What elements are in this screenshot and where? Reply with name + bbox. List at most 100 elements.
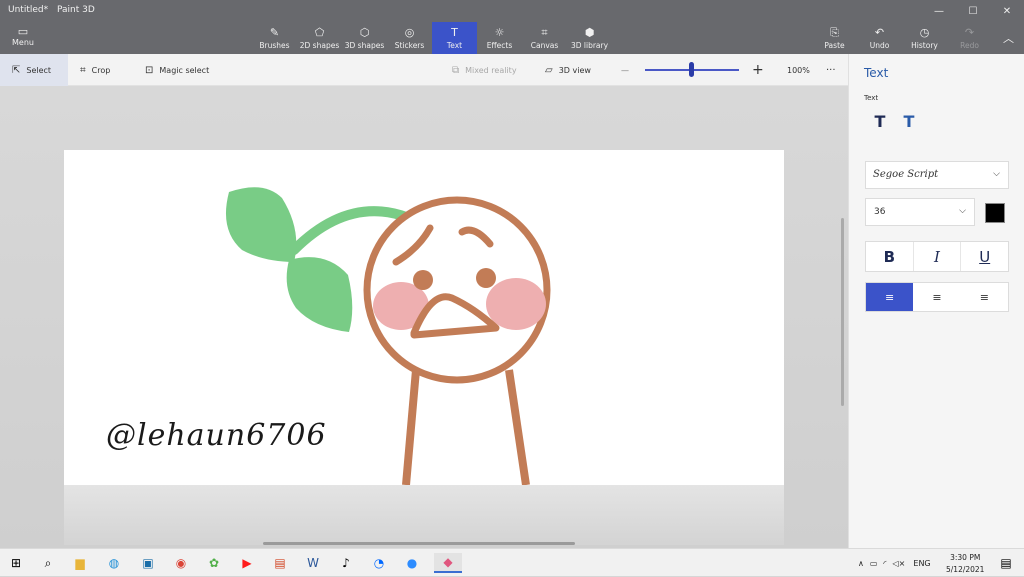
vertical-scrollbar[interactable] [841, 218, 844, 406]
drawing-canvas[interactable]: @lehaun6706 [64, 150, 784, 485]
ribbon-right-tools: ⎘ Paste ↶ Undo ◷ History ↷ Redo [812, 22, 992, 54]
tool-label: 2D shapes [299, 40, 340, 50]
tool-label: 3D shapes [344, 40, 385, 50]
text-icon: T [451, 25, 458, 39]
wifi-icon[interactable]: ◜ [883, 559, 886, 568]
redo-icon: ↷ [964, 25, 975, 39]
menu-icon: ▭ [17, 25, 29, 38]
tool-label: History [911, 40, 938, 50]
zoom-out-button[interactable]: — [621, 54, 629, 86]
text-side-panel: Text Text T T Segoe Script ⌵ 36 ⌵ B I U … [848, 54, 1024, 548]
zoom-in-button[interactable]: + [752, 54, 764, 86]
mixed-reality-button[interactable]: ⧉ Mixed reality [452, 54, 517, 86]
more-options-button[interactable]: ··· [826, 54, 836, 86]
edge-icon[interactable]: ◍ [104, 553, 124, 573]
3d-shapes-icon: ⬡ [359, 25, 370, 39]
menu-button[interactable]: ▭ Menu [8, 25, 38, 48]
magic-select-icon: ⊡ [145, 64, 154, 76]
crop-label: Crop [91, 65, 111, 75]
italic-button[interactable]: I [914, 242, 962, 271]
language-indicator[interactable]: ENG [913, 559, 930, 568]
tool-text[interactable]: T Text [432, 22, 477, 54]
tool-label: Effects [486, 40, 513, 50]
chrome-icon[interactable]: ◉ [171, 553, 191, 573]
paste-icon: ⎘ [830, 25, 839, 39]
panel-title: Text [864, 66, 889, 80]
font-size-value: 36 [874, 207, 886, 217]
magic-select-button[interactable]: ⊡ Magic select [145, 54, 209, 86]
word-icon[interactable]: W [303, 553, 323, 573]
tool-3d-shapes[interactable]: ⬡ 3D shapes [342, 22, 387, 54]
collapse-ribbon-icon[interactable]: ︿ [1003, 30, 1014, 46]
align-left-button[interactable]: ≡ [866, 283, 914, 311]
battery-icon[interactable]: ▭ [870, 559, 878, 568]
font-size-select[interactable]: 36 ⌵ [865, 198, 975, 226]
start-icon[interactable]: ⊞ [6, 553, 26, 573]
tool-canvas[interactable]: ⌗ Canvas [522, 22, 567, 54]
tiktok-icon[interactable]: ♪ [336, 553, 356, 573]
history-icon: ◷ [919, 25, 930, 39]
zoom-slider-thumb[interactable] [689, 62, 694, 77]
system-tray: ∧ ▭ ◜ ◁× ENG [858, 549, 931, 577]
select-label: Select [26, 65, 52, 75]
underline-button[interactable]: U [961, 242, 1008, 271]
align-center-button[interactable]: ≡ [913, 283, 960, 311]
crop-icon: ⌗ [80, 64, 86, 76]
notification-icon[interactable]: ▤ [996, 553, 1016, 573]
left-eye [413, 270, 433, 290]
text-color-swatch[interactable] [985, 203, 1005, 223]
tool-label: Brushes [259, 40, 290, 50]
clock[interactable]: 3:30 PM 5/12/2021 [946, 552, 984, 576]
app-title: Paint 3D [56, 5, 95, 15]
canvas-handle-text[interactable]: @lehaun6706 [106, 418, 327, 453]
tool-stickers[interactable]: ◎ Stickers [387, 22, 432, 54]
chevron-down-icon: ⌵ [993, 169, 1000, 179]
maximize-button[interactable]: ☐ [956, 0, 990, 22]
ribbon-tools: ✎ Brushes ⬠ 2D shapes ⬡ 3D shapes ◎ Stickers… [252, 22, 612, 54]
history-button[interactable]: ◷ History [902, 22, 947, 54]
effects-icon: ☼ [494, 25, 505, 39]
text-style-group: B I U [865, 241, 1009, 272]
search-icon[interactable]: ⌕ [38, 553, 58, 573]
tool-2d-shapes[interactable]: ⬠ 2D shapes [297, 22, 342, 54]
redo-button[interactable]: ↷ Redo [947, 22, 992, 54]
tool-brushes[interactable]: ✎ Brushes [252, 22, 297, 54]
dell-icon[interactable]: ▣ [138, 553, 158, 573]
undo-button[interactable]: ↶ Undo [857, 22, 902, 54]
horizontal-scrollbar[interactable] [263, 542, 575, 545]
chevron-up-icon[interactable]: ∧ [858, 559, 864, 568]
minimize-button[interactable]: — [922, 0, 956, 22]
tool-label: Paste [824, 40, 845, 50]
clock-date: 5/12/2021 [946, 565, 985, 574]
zoom-level[interactable]: 100% [787, 54, 810, 86]
paste-button[interactable]: ⎘ Paste [812, 22, 857, 54]
crop-button[interactable]: ⌗ Crop [80, 54, 110, 86]
tool-3d-library[interactable]: ⬢ 3D library [567, 22, 612, 54]
2d-shapes-icon: ⬠ [314, 25, 325, 39]
file-explorer-icon[interactable]: ▆ [70, 553, 90, 573]
align-right-button[interactable]: ≡ [961, 283, 1008, 311]
title-ribbon-bar: Untitled* Paint 3D — ☐ ✕ ▭ Menu ✎ Brushes… [0, 0, 1024, 54]
youtube-icon[interactable]: ▶ [237, 553, 257, 573]
volume-icon[interactable]: ◁× [893, 559, 906, 568]
3d-view-button[interactable]: ▱ 3D view [545, 54, 591, 86]
tool-label: Canvas [530, 40, 559, 50]
font-family-select[interactable]: Segoe Script ⌵ [865, 161, 1009, 189]
powerpoint-icon[interactable]: ▤ [270, 553, 290, 573]
2d-text-icon[interactable]: T [871, 112, 889, 131]
3d-text-icon[interactable]: T [900, 112, 918, 131]
paint-3d-icon[interactable]: ◆ [434, 553, 462, 573]
zalo-icon[interactable]: ◔ [369, 553, 389, 573]
tool-effects[interactable]: ☼ Effects [477, 22, 522, 54]
right-cheek [486, 278, 546, 330]
windows-taskbar: ⊞ ⌕ ▆ ◍ ▣ ◉ ✿ ▶ ▤ W ♪ ◔ ● ◆ ∧ ▭ ◜ ◁× ENG… [0, 548, 1024, 576]
3d-view-icon: ▱ [545, 64, 553, 76]
tool-label: Stickers [394, 40, 425, 50]
select-button[interactable]: ⇱ Select [0, 54, 68, 86]
app-icon[interactable]: ✿ [204, 553, 224, 573]
clock-time: 3:30 PM [950, 553, 981, 562]
close-button[interactable]: ✕ [990, 0, 1024, 22]
menu-label: Menu [12, 38, 34, 47]
bold-button[interactable]: B [866, 242, 914, 271]
zoom-icon[interactable]: ● [402, 553, 422, 573]
